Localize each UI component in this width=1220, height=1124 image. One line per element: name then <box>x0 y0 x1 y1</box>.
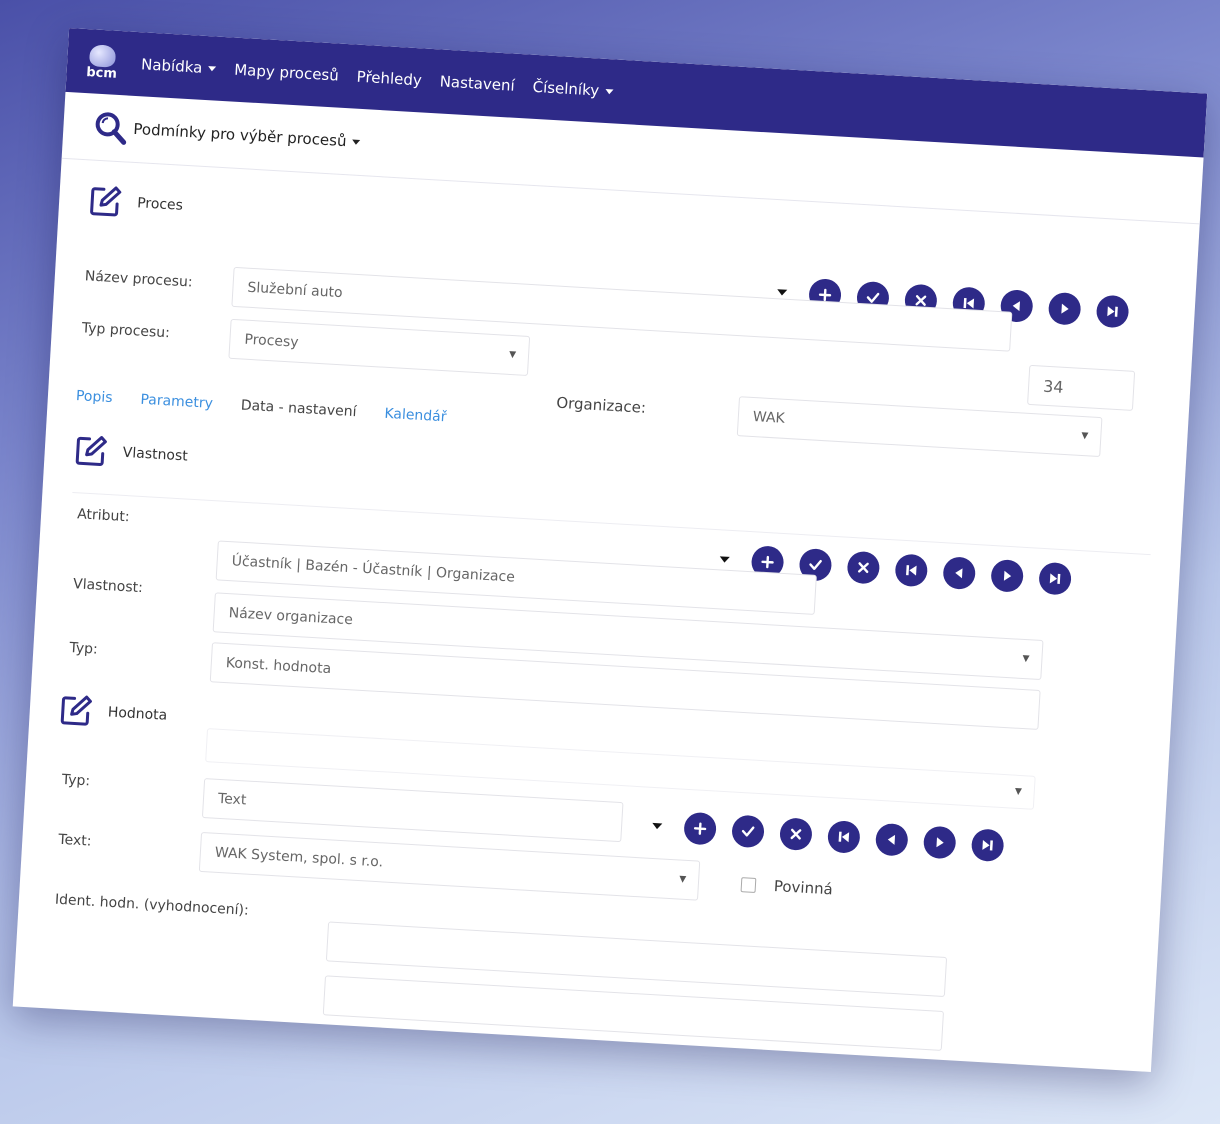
edit-icon <box>60 695 92 726</box>
ident-label: Ident. hodn. (vyhodnocení): <box>54 891 250 919</box>
skip-first-icon <box>906 565 917 576</box>
next-icon <box>936 837 944 848</box>
attribute-label: Atribut: <box>76 506 130 526</box>
text-select[interactable]: WAK System, spol. s r.o. ▼ <box>198 831 701 901</box>
value-type-label: Typ: <box>61 771 91 790</box>
type-label: Typ: <box>68 640 99 658</box>
process-id-field[interactable]: 34 <box>1027 364 1136 411</box>
plus-icon <box>693 822 707 835</box>
section-title: Hodnota <box>107 704 168 724</box>
caret-down-icon[interactable] <box>652 822 663 830</box>
select-caret-icon: ▼ <box>1081 430 1089 442</box>
skip-last-icon <box>1049 573 1061 584</box>
nav-item-mapy-procesu[interactable]: Mapy procesů <box>234 61 340 85</box>
bcm-logo[interactable]: bcm <box>78 38 127 87</box>
filter-label: Podmínky pro výběr procesů <box>132 119 347 151</box>
caret-down-icon[interactable] <box>776 289 788 296</box>
next-record-button[interactable] <box>922 825 957 860</box>
previous-icon <box>887 834 896 845</box>
property-label: Vlastnost: <box>72 576 144 597</box>
select-caret-icon: ▼ <box>1014 786 1023 798</box>
section-title: Vlastnost <box>122 444 189 465</box>
app-window: bcm Nabídka Mapy procesů Přehledy Nastav… <box>12 28 1208 1072</box>
close-icon <box>857 562 869 574</box>
nav-item-prehledy[interactable]: Přehledy <box>356 68 422 90</box>
last-record-button[interactable] <box>1095 294 1130 329</box>
next-icon <box>1061 303 1069 314</box>
hodnota-panel: Hodnota ▼ Typ: Text Text: WAK System, sp… <box>14 678 1169 1051</box>
skip-first-icon <box>838 831 850 843</box>
tab-data-nastaveni[interactable]: Data - nastavení <box>240 398 357 421</box>
cancel-button[interactable] <box>846 550 881 585</box>
skip-last-icon <box>982 839 993 851</box>
search-icon <box>95 112 127 145</box>
nav-item-ciselniky[interactable]: Číselníky <box>532 78 614 101</box>
logo-text: bcm <box>85 64 118 82</box>
section-title: Proces <box>136 195 184 214</box>
process-type-label: Typ procesu: <box>81 320 171 342</box>
previous-record-button[interactable] <box>942 556 977 591</box>
process-type-select[interactable]: Procesy ▼ <box>228 318 531 376</box>
previous-record-button[interactable] <box>874 822 909 857</box>
tab-parametry[interactable]: Parametry <box>140 392 213 412</box>
select-caret-icon: ▼ <box>508 349 517 361</box>
cancel-button[interactable] <box>779 817 813 852</box>
first-record-button[interactable] <box>826 820 861 854</box>
caret-down-icon <box>352 139 361 145</box>
caret-down-icon <box>604 88 614 95</box>
first-record-button[interactable] <box>894 553 929 588</box>
tab-kalendar[interactable]: Kalendář <box>384 406 447 426</box>
skip-last-icon <box>1107 306 1118 317</box>
required-checkbox-row: Povinná <box>740 875 833 898</box>
value-type-field[interactable]: Text <box>201 778 624 843</box>
previous-icon <box>955 568 963 579</box>
next-record-button[interactable] <box>990 559 1025 593</box>
tab-popis[interactable]: Popis <box>76 388 113 406</box>
select-caret-icon: ▼ <box>1022 653 1030 665</box>
vlastnost-panel: Vlastnost Atribut: Účastník | Bazén - Úč… <box>32 418 1185 733</box>
required-label: Povinná <box>773 877 834 899</box>
check-icon <box>741 826 755 837</box>
next-icon <box>1003 570 1012 581</box>
last-record-button[interactable] <box>1038 561 1072 596</box>
next-record-button[interactable] <box>1047 291 1082 326</box>
last-record-button[interactable] <box>970 828 1005 863</box>
edit-icon <box>90 186 122 217</box>
add-button[interactable] <box>683 811 718 846</box>
check-icon <box>809 559 822 570</box>
select-caret-icon: ▼ <box>678 874 687 885</box>
close-icon <box>790 828 802 840</box>
process-name-label: Název procesu: <box>84 268 194 291</box>
caret-down-icon[interactable] <box>719 556 730 563</box>
caret-down-icon <box>208 66 217 72</box>
required-checkbox[interactable] <box>740 876 757 893</box>
plus-icon <box>761 555 774 569</box>
nav-item-nabidka[interactable]: Nabídka <box>141 55 217 77</box>
globe-icon <box>89 43 117 68</box>
text-label: Text: <box>57 831 92 850</box>
hodnota-toolbar <box>651 810 1020 863</box>
confirm-button[interactable] <box>731 814 765 849</box>
edit-icon <box>75 436 107 467</box>
nav-item-nastaveni[interactable]: Nastavení <box>439 72 515 94</box>
